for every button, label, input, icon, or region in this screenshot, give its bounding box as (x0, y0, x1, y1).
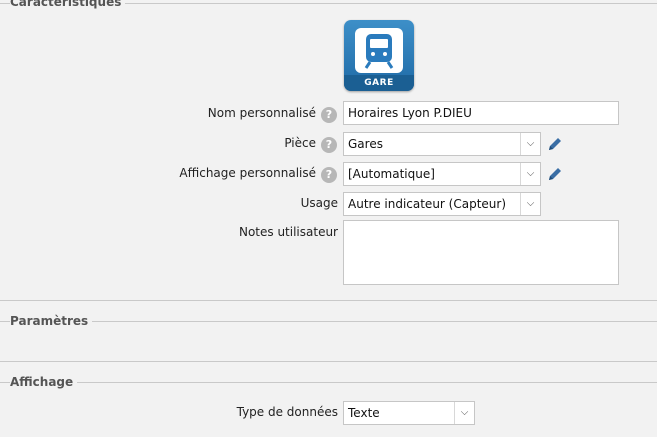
help-icon[interactable]: ? (321, 137, 337, 153)
section-divider (0, 321, 657, 322)
chevron-down-icon: ⌵ (520, 163, 540, 185)
pencil-icon[interactable] (546, 165, 564, 183)
nom-input[interactable]: Horaires Lyon P.DIEU (343, 101, 619, 125)
affichage-perso-label: Affichage personnalisé (179, 166, 316, 180)
app-icon-gare: GARE (344, 20, 414, 91)
chevron-down-icon: ⌵ (454, 402, 474, 424)
app-icon-label: GARE (344, 75, 414, 91)
section-divider (0, 300, 657, 301)
chevron-down-icon: ⌵ (520, 133, 540, 155)
section-title-parametres: Paramètres (10, 314, 93, 328)
usage-select[interactable]: Autre indicateur (Capteur) ⌵ (343, 192, 541, 216)
type-donnees-select-value: Texte (348, 406, 380, 420)
section-divider (0, 382, 657, 383)
affichage-perso-select-value: [Automatique] (348, 167, 435, 181)
piece-select[interactable]: Gares ⌵ (343, 132, 541, 156)
piece-label: Pièce (284, 136, 316, 150)
section-divider (0, 361, 657, 362)
help-icon[interactable]: ? (321, 167, 337, 183)
pencil-icon[interactable] (546, 135, 564, 153)
type-donnees-label: Type de données (236, 405, 338, 419)
nom-label: Nom personnalisé (207, 106, 316, 120)
notes-textarea[interactable] (343, 220, 619, 285)
usage-label: Usage (300, 196, 338, 210)
type-donnees-select[interactable]: Texte ⌵ (343, 401, 475, 425)
notes-label: Notes utilisateur (238, 225, 338, 239)
section-title-affichage: Affichage (10, 375, 78, 389)
usage-select-value: Autre indicateur (Capteur) (348, 197, 507, 211)
affichage-perso-select[interactable]: [Automatique] ⌵ (343, 162, 541, 186)
train-icon (355, 28, 403, 73)
chevron-down-icon: ⌵ (520, 193, 540, 215)
help-icon[interactable]: ? (321, 107, 337, 123)
section-title-caracteristiques: Caractéristiques (10, 0, 126, 9)
piece-select-value: Gares (348, 137, 383, 151)
